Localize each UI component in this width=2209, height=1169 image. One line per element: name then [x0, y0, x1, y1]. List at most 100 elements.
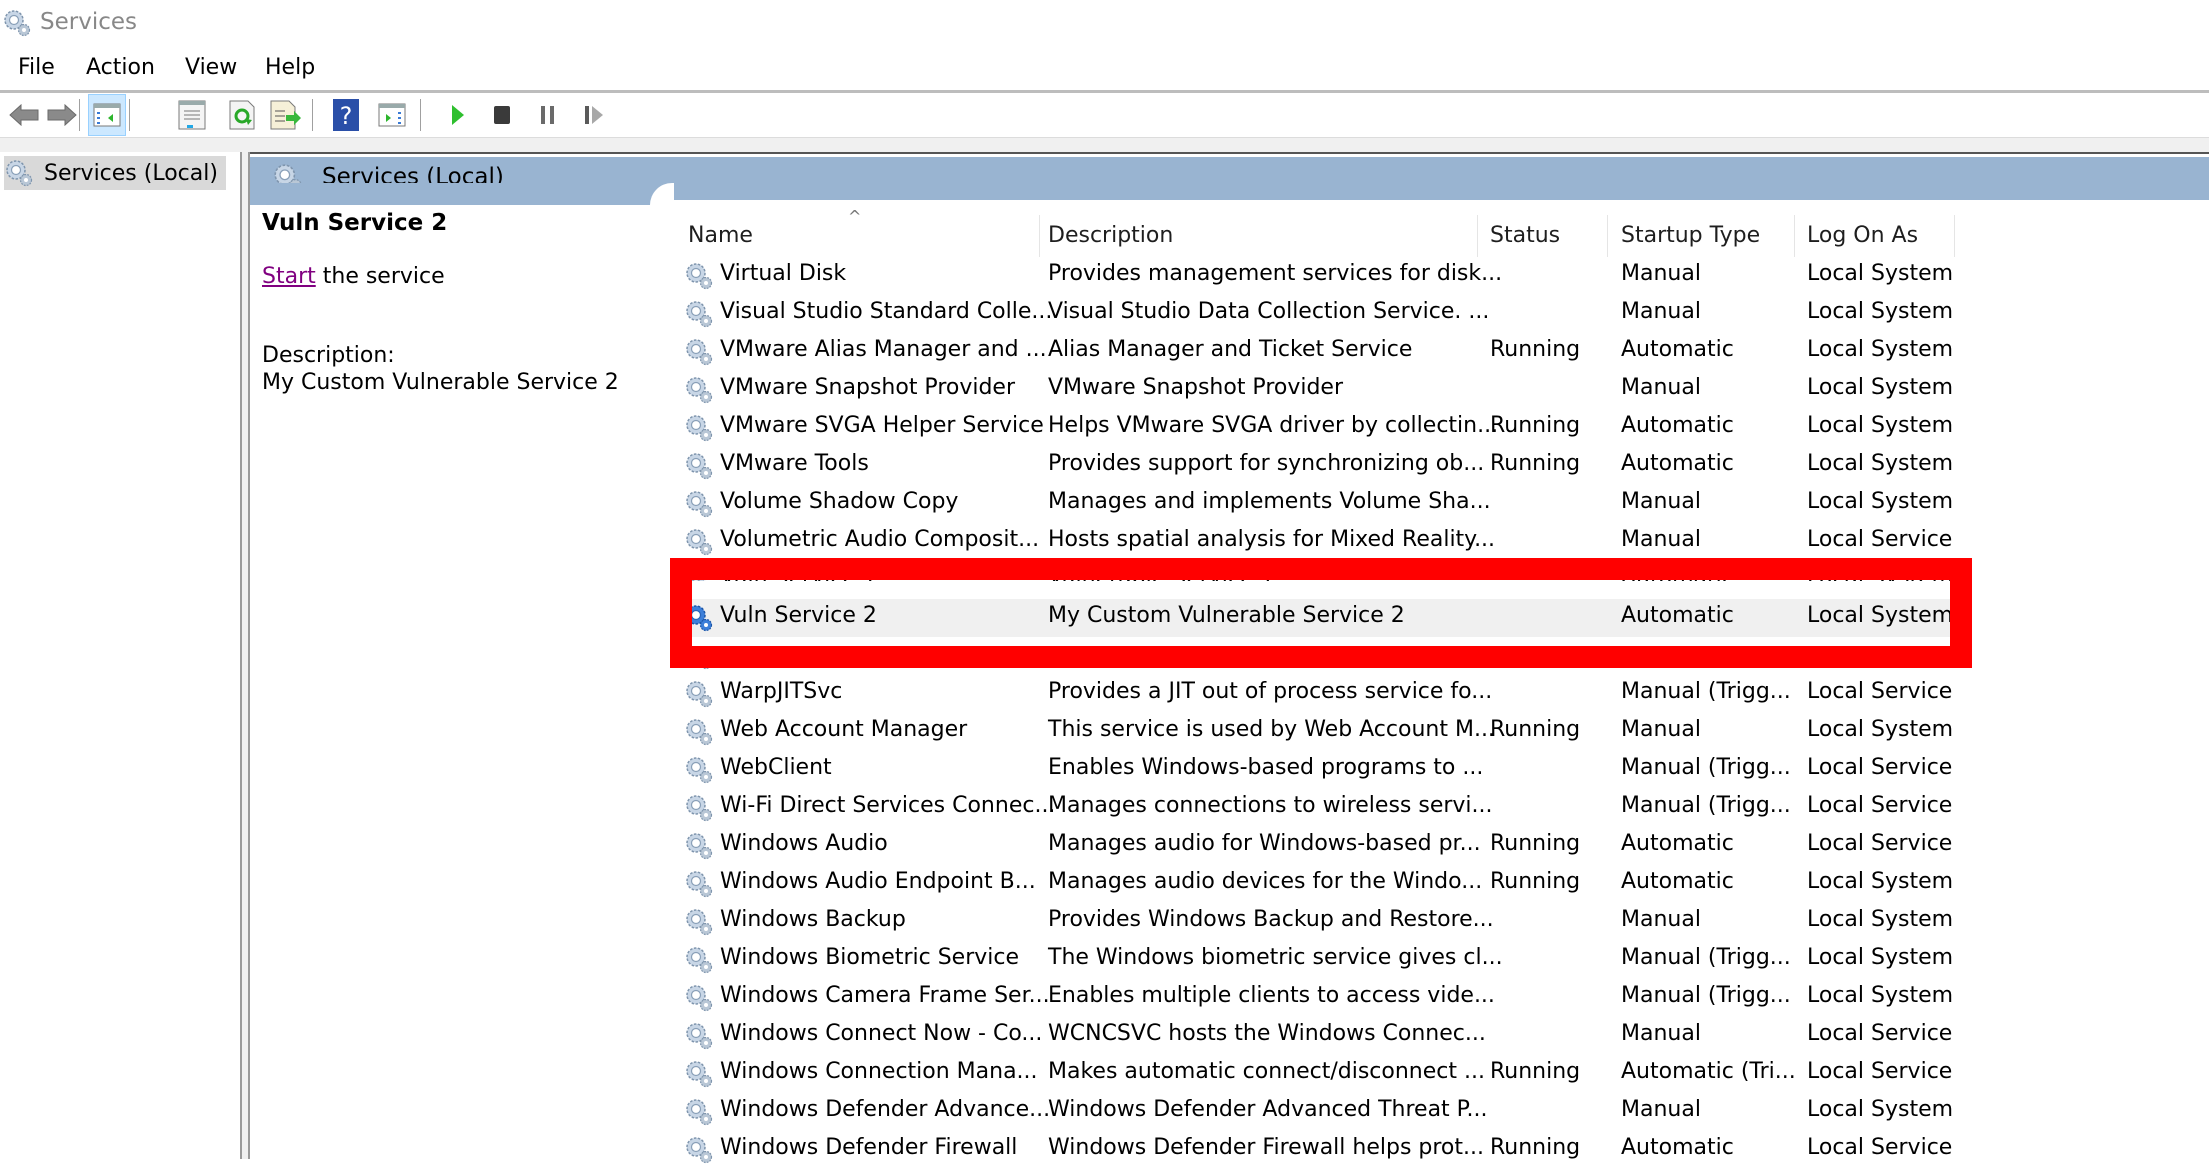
cell-startup-type: Automatic — [1621, 1135, 1734, 1160]
cell-log-on-as: Local System — [1807, 717, 1954, 742]
table-row[interactable]: Windows Connect Now - Co... WCNCSVC hosts… — [670, 1017, 1952, 1055]
service-gear-icon — [684, 451, 714, 481]
service-gear-icon — [684, 1059, 714, 1089]
table-row[interactable]: Windows Audio Endpoint B... Manages audio… — [670, 865, 1953, 903]
pane-splitter[interactable] — [240, 152, 250, 1159]
cell-status: Running — [1490, 337, 1581, 362]
cell-name: VMware Snapshot Provider — [720, 375, 1016, 400]
table-row[interactable]: Windows Defender Firewall Windows Defende… — [670, 1131, 1952, 1169]
help-button[interactable]: ? — [328, 97, 364, 133]
table-row[interactable]: Web Account Manager This service is used … — [670, 713, 1954, 751]
forward-button[interactable] — [44, 97, 80, 133]
table-row-selected[interactable]: Vuln Service 2 My Custom Vulnerable Servi… — [670, 599, 1953, 637]
cell-name: WarpJITSvc — [720, 679, 843, 704]
table-row[interactable]: VMware SVGA Helper Service Helps VMware S… — [670, 409, 1953, 447]
cell-name: Windows Biometric Service — [720, 945, 1020, 970]
table-row[interactable]: Volume Shadow Copy Manages and implements… — [670, 485, 1954, 523]
cell-startup-type: Automatic (Tri... — [1621, 1059, 1796, 1084]
service-gear-icon — [684, 337, 714, 367]
cell-name: Windows Defender Firewall — [720, 1135, 1018, 1160]
menu-file[interactable]: File — [18, 55, 55, 80]
cell-description: Windows Defender Advanced Threat P... — [1048, 1097, 1488, 1122]
cell-description: Provides support for synchronizing ob... — [1048, 451, 1485, 476]
service-gear-icon — [684, 1135, 714, 1165]
cell-status: Running — [1490, 1059, 1581, 1084]
service-gear-icon — [684, 1021, 714, 1051]
services-gear-icon — [2, 8, 32, 38]
table-row[interactable]: Windows Audio Manages audio for Windows-b… — [670, 827, 1952, 865]
cell-log-on-as: Local System — [1807, 945, 1954, 970]
show-hide-console-tree-button[interactable] — [88, 94, 126, 136]
stop-icon — [494, 106, 510, 124]
tree-item-label: Services (Local) — [44, 160, 218, 186]
table-row[interactable]: VMware Alias Manager and ... Alias Manage… — [670, 333, 1953, 371]
export-list-button[interactable] — [268, 97, 304, 133]
cell-description: This service is used by Web Account M... — [1048, 717, 1495, 742]
cell-name: VMware SVGA Helper Service — [720, 413, 1044, 438]
table-row[interactable]: WebClient Enables Windows-based programs … — [670, 751, 1953, 789]
start-service-button[interactable] — [440, 97, 476, 133]
menu-view[interactable]: View — [185, 55, 237, 80]
cell-startup-type: Manual (Trigg... — [1621, 679, 1791, 704]
table-row[interactable]: VMware Tools Provides support for synchro… — [670, 447, 1953, 485]
service-gear-icon — [684, 261, 714, 291]
table-row[interactable]: Windows Camera Frame Ser... Enables multi… — [670, 979, 1953, 1017]
pause-service-button[interactable] — [530, 97, 566, 133]
cell-startup-type: Manual — [1621, 527, 1701, 552]
table-row[interactable]: Windows Defender Advance... Windows Defen… — [670, 1093, 1953, 1131]
window-title: Services — [40, 9, 137, 35]
table-row[interactable]: Visual Studio Standard Colle... Visual St… — [670, 295, 1954, 333]
forward-arrow-icon — [47, 104, 77, 126]
table-row[interactable]: Virtual Disk Provides management services… — [670, 257, 1954, 295]
cell-name: VMware Tools — [720, 451, 869, 476]
cell-startup-type: Manual (Trigg... — [1621, 793, 1791, 818]
table-row[interactable]: Windows Connection Mana... Makes automati… — [670, 1055, 1952, 1093]
column-header-label: Status — [1490, 223, 1561, 248]
help-icon: ? — [333, 99, 359, 131]
table-row[interactable]: Windows Biometric Service The Windows bio… — [670, 941, 1954, 979]
restart-service-button[interactable] — [576, 97, 612, 133]
back-button[interactable] — [6, 97, 42, 133]
cell-startup-type: Automatic — [1621, 413, 1734, 438]
show-hide-action-pane-button[interactable] — [374, 97, 410, 133]
cell-log-on-as: Local System — [1807, 261, 1954, 286]
pause-icon — [541, 106, 554, 124]
cell-name: Windows Audio — [720, 831, 888, 856]
column-header-name[interactable]: ^ Name — [670, 207, 1040, 257]
column-header-description[interactable]: Description — [1040, 215, 1478, 257]
cell-log-on-as: Local System — [1807, 299, 1954, 324]
service-gear-icon — [684, 869, 714, 899]
menu-help[interactable]: Help — [265, 55, 315, 80]
table-row[interactable]: WarpJITSvc Provides a JIT out of process … — [670, 675, 1952, 713]
cell-description: Hosts spatial analysis for Mixed Reality… — [1048, 527, 1496, 552]
column-header-label: Log On As — [1807, 223, 1919, 248]
properties-button[interactable] — [174, 97, 210, 133]
column-header-status[interactable]: Status — [1478, 215, 1608, 257]
cell-startup-type: Automatic — [1621, 337, 1734, 362]
service-gear-icon — [684, 717, 714, 747]
table-row[interactable]: Windows Backup Provides Windows Backup an… — [670, 903, 1953, 941]
cell-name: Web Account Manager — [720, 717, 968, 742]
cell-startup-type: Manual — [1621, 907, 1701, 932]
cell-name: Windows Audio Endpoint B... — [720, 869, 1036, 894]
column-header-label: Description — [1048, 223, 1174, 248]
column-header-log-on-as[interactable]: Log On As — [1795, 215, 1955, 257]
cell-name: Visual Studio Standard Colle... — [720, 299, 1053, 324]
cell-log-on-as: Local Service — [1807, 793, 1953, 818]
menu-action[interactable]: Action — [86, 55, 155, 80]
cell-log-on-as: Local Service — [1807, 755, 1953, 780]
table-row[interactable]: Volumetric Audio Composit... Hosts spatia… — [670, 523, 1952, 561]
start-service-link[interactable]: Start — [262, 264, 316, 289]
toolbar-band — [0, 138, 2209, 152]
stop-service-button[interactable] — [484, 97, 520, 133]
service-gear-icon — [684, 375, 714, 405]
toolbar-separator — [312, 99, 313, 131]
refresh-button[interactable] — [224, 97, 260, 133]
column-header-startup-type[interactable]: Startup Type — [1608, 215, 1795, 257]
tree-item-services-local[interactable]: Services (Local) — [4, 156, 226, 190]
cell-startup-type: Automatic — [1621, 869, 1734, 894]
cell-startup-type: Manual — [1621, 299, 1701, 324]
table-row[interactable]: VMware Snapshot Provider VMware Snapshot … — [670, 371, 1953, 409]
cell-log-on-as: Local System — [1807, 489, 1954, 514]
table-row[interactable]: Wi-Fi Direct Services Connec... Manages c… — [670, 789, 1953, 827]
